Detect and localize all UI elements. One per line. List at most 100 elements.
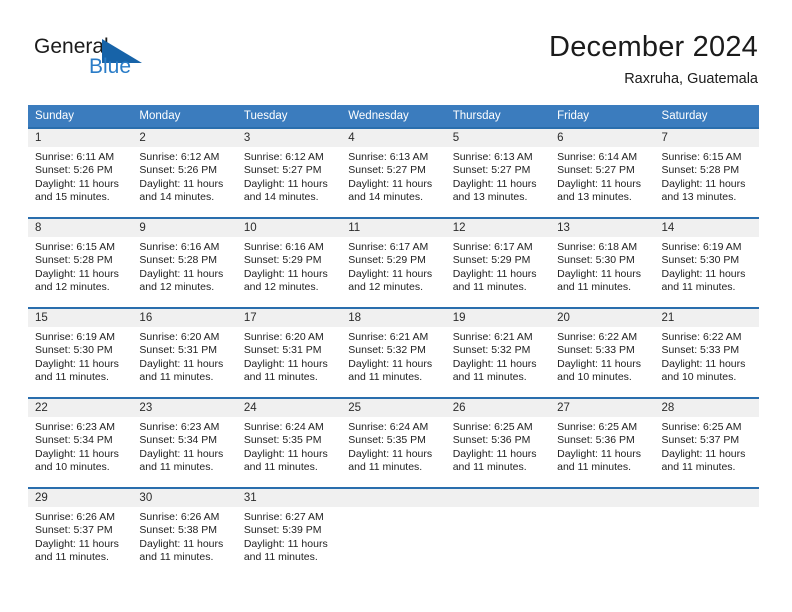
day-cell-inner: 21 Sunrise: 6:22 AM Sunset: 5:33 PM Dayligh… [654, 309, 759, 397]
calendar-day-cell[interactable]: 4 Sunrise: 6:13 AM Sunset: 5:27 PM Daylight… [341, 127, 446, 218]
day-daylight-1-text: Daylight: 11 hours [35, 537, 119, 550]
day-daylight-2-text: and 11 minutes. [348, 461, 423, 474]
day-daylight-2-text: and 12 minutes. [139, 281, 215, 294]
day-cell-inner: 31 Sunrise: 6:27 AM Sunset: 5:39 PM Dayligh… [236, 489, 342, 578]
day-daylight-2-text: and 12 minutes. [35, 281, 110, 294]
day-details: Sunrise: 6:15 AM Sunset: 5:28 PM Daylight:… [655, 147, 759, 205]
calendar-day-cell[interactable]: 27 Sunrise: 6:25 AM Sunset: 5:36 PM Dayligh… [550, 397, 655, 488]
calendar-day-cell[interactable]: 15 Sunrise: 6:19 AM Sunset: 5:30 PM Dayligh… [28, 307, 133, 398]
calendar-day-cell[interactable]: 23 Sunrise: 6:23 AM Sunset: 5:34 PM Dayligh… [132, 397, 237, 488]
day-details: Sunrise: 6:19 AM Sunset: 5:30 PM Daylight:… [28, 327, 132, 385]
calendar-day-cell[interactable]: 20 Sunrise: 6:22 AM Sunset: 5:33 PM Dayligh… [550, 307, 655, 398]
day-sunrise-text: Sunrise: 6:12 AM [243, 151, 324, 163]
day-sunrise-text: Sunrise: 6:11 AM [35, 151, 115, 163]
page-subtitle: Raxruha, Guatemala [624, 71, 758, 87]
day-number: 6 [550, 129, 655, 147]
day-details: Sunrise: 6:21 AM Sunset: 5:32 PM Daylight:… [341, 327, 445, 385]
calendar-day-cell[interactable]: 14 Sunrise: 6:19 AM Sunset: 5:30 PM Dayligh… [654, 217, 759, 308]
calendar-day-cell[interactable]: 30 Sunrise: 6:26 AM Sunset: 5:38 PM Dayligh… [132, 487, 237, 578]
day-details: Sunrise: 6:20 AM Sunset: 5:31 PM Daylight:… [237, 327, 341, 385]
day-number: 24 [236, 399, 342, 417]
day-sunset-text: Sunset: 5:28 PM [139, 254, 218, 267]
calendar-day-cell[interactable]: 13 Sunrise: 6:18 AM Sunset: 5:30 PM Dayligh… [550, 217, 655, 308]
day-daylight-2-text: and 11 minutes. [35, 371, 109, 384]
day-sunset-text: Sunset: 5:31 PM [139, 344, 218, 357]
day-sunrise-text: Sunrise: 6:27 AM [243, 511, 324, 523]
day-number: 23 [132, 399, 237, 417]
day-details: Sunrise: 6:17 AM Sunset: 5:29 PM Daylight:… [341, 237, 445, 295]
calendar-day-cell[interactable]: 6 Sunrise: 6:14 AM Sunset: 5:27 PM Daylight… [550, 127, 655, 218]
day-cell-inner: 9 Sunrise: 6:16 AM Sunset: 5:28 PM Daylight… [132, 219, 237, 307]
calendar-day-cell[interactable]: 2 Sunrise: 6:12 AM Sunset: 5:26 PM Daylight… [132, 127, 237, 218]
day-sunrise-text: Sunrise: 6:20 AM [139, 331, 220, 343]
day-cell-inner: 17 Sunrise: 6:20 AM Sunset: 5:31 PM Dayligh… [236, 309, 342, 397]
day-details: Sunrise: 6:18 AM Sunset: 5:30 PM Daylight:… [550, 237, 654, 295]
day-daylight-1-text: Daylight: 11 hours [452, 267, 537, 280]
day-cell-inner [445, 489, 551, 578]
day-cell-inner: 14 Sunrise: 6:19 AM Sunset: 5:30 PM Dayligh… [654, 219, 759, 307]
day-details: Sunrise: 6:22 AM Sunset: 5:33 PM Daylight:… [655, 327, 759, 385]
calendar-day-cell[interactable]: 18 Sunrise: 6:21 AM Sunset: 5:32 PM Dayligh… [341, 307, 446, 398]
day-number: 16 [132, 309, 237, 327]
day-cell-inner: 16 Sunrise: 6:20 AM Sunset: 5:31 PM Dayligh… [132, 309, 237, 397]
calendar-day-cell[interactable]: 5 Sunrise: 6:13 AM Sunset: 5:27 PM Daylight… [445, 127, 551, 218]
general-blue-logo[interactable]: General Blue [34, 36, 214, 90]
day-sunrise-text: Sunrise: 6:19 AM [35, 331, 115, 343]
day-cell-inner: 19 Sunrise: 6:21 AM Sunset: 5:32 PM Dayligh… [445, 309, 551, 397]
day-daylight-2-text: and 11 minutes. [661, 461, 736, 474]
calendar-day-cell[interactable]: 17 Sunrise: 6:20 AM Sunset: 5:31 PM Dayligh… [236, 307, 342, 398]
day-number: 7 [654, 129, 759, 147]
day-sunrise-text: Sunrise: 6:24 AM [243, 421, 324, 433]
day-daylight-1-text: Daylight: 11 hours [139, 537, 224, 550]
day-number: 5 [445, 129, 551, 147]
day-number: 28 [654, 399, 759, 417]
calendar-day-cell[interactable]: 12 Sunrise: 6:17 AM Sunset: 5:29 PM Dayligh… [445, 217, 551, 308]
day-details: Sunrise: 6:16 AM Sunset: 5:28 PM Daylight:… [132, 237, 236, 295]
calendar-day-cell[interactable]: 9 Sunrise: 6:16 AM Sunset: 5:28 PM Daylight… [132, 217, 237, 308]
day-details: Sunrise: 6:16 AM Sunset: 5:29 PM Daylight:… [237, 237, 341, 295]
day-cell-inner: 29 Sunrise: 6:26 AM Sunset: 5:37 PM Dayligh… [28, 489, 133, 578]
calendar-day-cell[interactable]: 10 Sunrise: 6:16 AM Sunset: 5:29 PM Dayligh… [236, 217, 342, 308]
day-number [445, 489, 551, 507]
day-daylight-2-text: and 11 minutes. [139, 551, 214, 564]
calendar-day-cell[interactable]: 24 Sunrise: 6:24 AM Sunset: 5:35 PM Dayligh… [236, 397, 342, 488]
calendar-day-cell[interactable]: 22 Sunrise: 6:23 AM Sunset: 5:34 PM Dayligh… [28, 397, 133, 488]
calendar-day-cell[interactable]: 25 Sunrise: 6:24 AM Sunset: 5:35 PM Dayligh… [341, 397, 446, 488]
calendar-day-cell[interactable]: 8 Sunrise: 6:15 AM Sunset: 5:28 PM Daylight… [28, 217, 133, 308]
calendar-day-cell[interactable]: 16 Sunrise: 6:20 AM Sunset: 5:31 PM Dayligh… [132, 307, 237, 398]
day-sunrise-text: Sunrise: 6:25 AM [557, 421, 638, 433]
day-cell-inner: 1 Sunrise: 6:11 AM Sunset: 5:26 PM Daylight… [28, 129, 133, 217]
calendar-day-cell[interactable]: 26 Sunrise: 6:25 AM Sunset: 5:36 PM Dayligh… [445, 397, 551, 488]
day-daylight-1-text: Daylight: 11 hours [661, 267, 746, 280]
calendar-day-cell[interactable]: 28 Sunrise: 6:25 AM Sunset: 5:37 PM Dayligh… [654, 397, 759, 488]
day-sunset-text: Sunset: 5:37 PM [35, 524, 113, 537]
day-daylight-1-text: Daylight: 11 hours [243, 357, 328, 370]
day-details: Sunrise: 6:27 AM Sunset: 5:39 PM Daylight:… [237, 507, 341, 565]
calendar-day-cell[interactable]: 1 Sunrise: 6:11 AM Sunset: 5:26 PM Daylight… [28, 127, 133, 218]
day-sunset-text: Sunset: 5:26 PM [35, 164, 113, 177]
day-cell-inner [654, 489, 759, 578]
day-daylight-2-text: and 11 minutes. [348, 371, 423, 384]
calendar-day-cell[interactable]: 21 Sunrise: 6:22 AM Sunset: 5:33 PM Dayligh… [654, 307, 759, 398]
calendar-day-cell[interactable]: 29 Sunrise: 6:26 AM Sunset: 5:37 PM Dayligh… [28, 487, 133, 578]
calendar-day-cell[interactable]: 3 Sunrise: 6:12 AM Sunset: 5:27 PM Daylight… [236, 127, 342, 218]
day-sunset-text: Sunset: 5:28 PM [35, 254, 113, 267]
day-sunset-text: Sunset: 5:29 PM [243, 254, 322, 267]
day-number: 30 [132, 489, 237, 507]
day-daylight-1-text: Daylight: 11 hours [35, 447, 119, 460]
day-number: 22 [28, 399, 133, 417]
day-daylight-1-text: Daylight: 11 hours [348, 177, 433, 190]
day-sunrise-text: Sunrise: 6:13 AM [348, 151, 429, 163]
calendar-day-cell[interactable]: 11 Sunrise: 6:17 AM Sunset: 5:29 PM Dayligh… [341, 217, 446, 308]
day-daylight-1-text: Daylight: 11 hours [348, 447, 433, 460]
day-daylight-1-text: Daylight: 11 hours [557, 357, 641, 370]
day-details: Sunrise: 6:26 AM Sunset: 5:37 PM Daylight:… [28, 507, 132, 565]
calendar-day-cell[interactable]: 7 Sunrise: 6:15 AM Sunset: 5:28 PM Daylight… [654, 127, 759, 218]
day-daylight-2-text: and 11 minutes. [243, 461, 318, 474]
day-daylight-2-text: and 13 minutes. [452, 191, 528, 204]
day-sunrise-text: Sunrise: 6:22 AM [661, 331, 742, 343]
day-number: 31 [236, 489, 342, 507]
calendar-day-cell[interactable]: 19 Sunrise: 6:21 AM Sunset: 5:32 PM Dayligh… [445, 307, 551, 398]
calendar-day-cell[interactable]: 31 Sunrise: 6:27 AM Sunset: 5:39 PM Dayligh… [236, 487, 342, 578]
day-number: 11 [341, 219, 446, 237]
